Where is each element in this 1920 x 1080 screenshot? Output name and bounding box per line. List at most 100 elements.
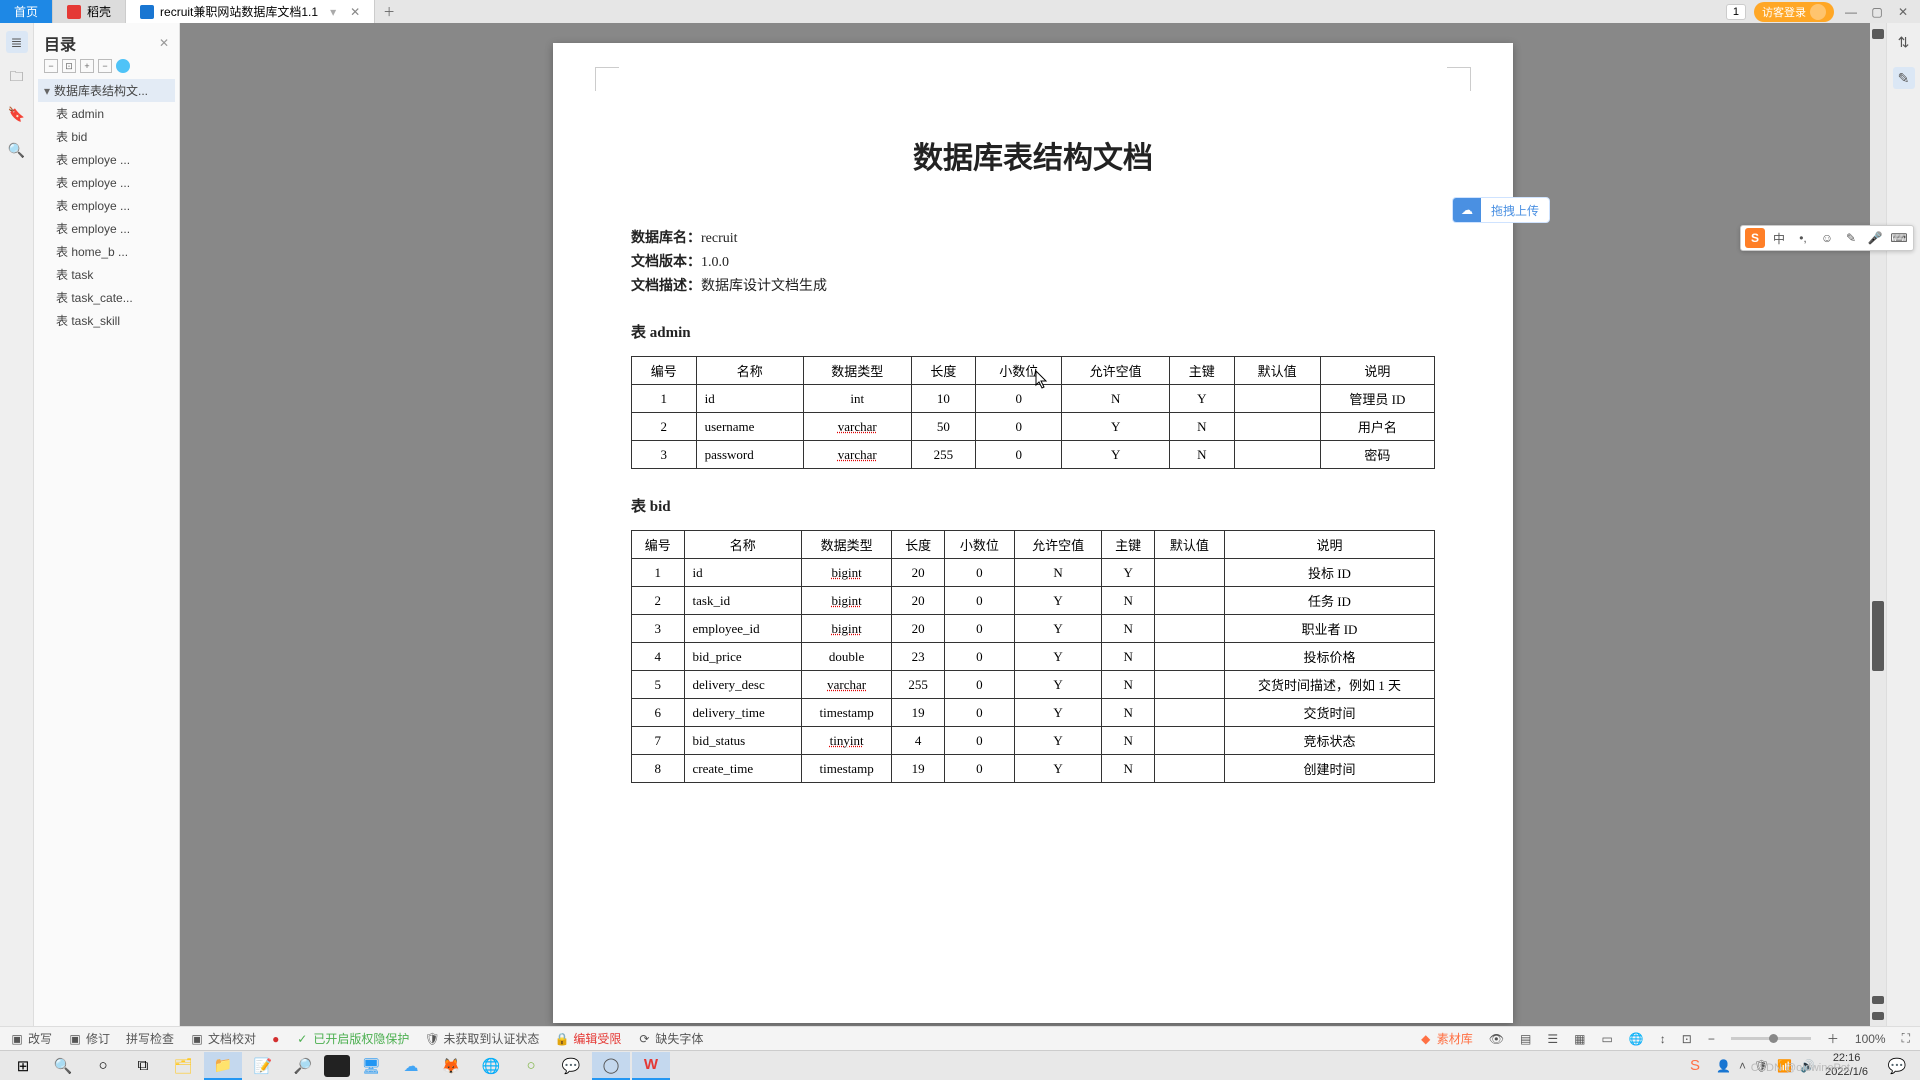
pen-icon[interactable]: ✎: [1893, 67, 1915, 89]
page-indicator[interactable]: 1: [1726, 4, 1746, 20]
ime-brush-icon[interactable]: ✎: [1841, 228, 1861, 248]
zoom-pct[interactable]: 100%: [1855, 1032, 1886, 1046]
notification-icon[interactable]: 💬: [1878, 1052, 1916, 1080]
ime-punct-icon[interactable]: •,: [1793, 228, 1813, 248]
sb-eye-icon[interactable]: 👁: [1489, 1032, 1504, 1046]
sb-sort-icon[interactable]: ↕: [1660, 1032, 1666, 1046]
system-tray[interactable]: 👤 ˄ 🛡 📶 🔊: [1716, 1059, 1815, 1073]
scroll-marker[interactable]: [1872, 1012, 1884, 1020]
upload-badge[interactable]: ☁ 拖拽上传: [1452, 197, 1550, 223]
obs-icon[interactable]: ◯: [592, 1052, 630, 1080]
toc-item[interactable]: 表 task: [38, 263, 175, 286]
tab-close-icon[interactable]: ✕: [350, 5, 360, 19]
explorer-icon[interactable]: 🗂: [164, 1052, 202, 1080]
sb-restrict[interactable]: 🔒编辑受限: [555, 1030, 621, 1047]
notepad-icon[interactable]: 📝: [244, 1052, 282, 1080]
zoom-knob[interactable]: [1769, 1034, 1778, 1043]
folder-icon[interactable]: 🗀: [6, 67, 28, 89]
cortana-icon[interactable]: ○: [84, 1052, 122, 1080]
toc-item[interactable]: 表 admin: [38, 102, 175, 125]
zoom-in-icon[interactable]: ＋: [1827, 1030, 1839, 1047]
wechat-icon[interactable]: 💬: [552, 1052, 590, 1080]
todesk-icon[interactable]: 🖥: [352, 1052, 390, 1080]
toc-item[interactable]: 表 employe ...: [38, 148, 175, 171]
filemanager-icon[interactable]: 📁: [204, 1052, 242, 1080]
taskview-icon[interactable]: ⧉: [124, 1052, 162, 1080]
sb-copyright[interactable]: ✓已开启版权隐保护: [295, 1030, 409, 1047]
tab-home[interactable]: 首页: [0, 0, 53, 23]
tray-defender-icon[interactable]: 🛡: [1754, 1059, 1769, 1073]
sb-layout2-icon[interactable]: ▦: [1574, 1032, 1585, 1046]
app-black-icon[interactable]: [324, 1055, 350, 1077]
sb-overwrite[interactable]: ▣改写: [10, 1030, 52, 1047]
scroll-thumb[interactable]: [1872, 601, 1884, 671]
sogou-icon[interactable]: S: [1745, 228, 1765, 248]
sb-proofread[interactable]: ▣文档校对: [190, 1030, 256, 1047]
sb-fit-icon[interactable]: ⊡: [1682, 1032, 1692, 1046]
tray-up-icon[interactable]: ˄: [1739, 1059, 1746, 1073]
search-icon[interactable]: 🔍: [6, 139, 28, 161]
tray-people-icon[interactable]: 👤: [1716, 1059, 1731, 1073]
scroll-marker[interactable]: [1872, 996, 1884, 1004]
sb-view-icon[interactable]: ▤: [1520, 1032, 1531, 1046]
minimize-icon[interactable]: —: [1842, 3, 1860, 21]
sb-unauth[interactable]: 🛡未获取到认证状态: [425, 1030, 539, 1047]
start-icon[interactable]: ⊞: [4, 1052, 42, 1080]
toc-item[interactable]: 表 employe ...: [38, 194, 175, 217]
zoom-out-icon[interactable]: −: [1708, 1032, 1715, 1046]
toc-tool-expand[interactable]: ⊡: [62, 59, 76, 73]
toc-root[interactable]: ▾数据库表结构文...: [38, 79, 175, 102]
tb-search-icon[interactable]: 🔍: [44, 1052, 82, 1080]
ime-lang[interactable]: 中: [1769, 228, 1789, 248]
scroll-arrow-up[interactable]: [1872, 29, 1884, 39]
login-badge[interactable]: 访客登录: [1754, 2, 1834, 22]
sb-revise[interactable]: ▣修订: [68, 1030, 110, 1047]
chrome-icon[interactable]: 🌐: [472, 1052, 510, 1080]
col-header: 数据类型: [801, 531, 891, 559]
sb-spellcheck[interactable]: 拼写检查: [126, 1030, 174, 1047]
tray-wifi-icon[interactable]: 📶: [1777, 1059, 1792, 1073]
outline-icon[interactable]: ≣: [6, 31, 28, 53]
maximize-icon[interactable]: ▢: [1868, 3, 1886, 21]
taskbar-clock[interactable]: 22:16 2022/1/6: [1817, 1052, 1876, 1078]
sb-layout3-icon[interactable]: ▭: [1602, 1032, 1613, 1046]
tab-daoke[interactable]: 稻壳: [53, 0, 126, 23]
sb-layout1-icon[interactable]: ☰: [1547, 1032, 1558, 1046]
close-icon[interactable]: ✕: [1894, 3, 1912, 21]
tray-volume-icon[interactable]: 🔊: [1800, 1059, 1815, 1073]
toc-item[interactable]: 表 home_b ...: [38, 240, 175, 263]
tray-sogou-icon[interactable]: S: [1676, 1052, 1714, 1080]
tab-document[interactable]: recruit兼职网站数据库文档1.1▾✕: [126, 0, 375, 23]
scrollbar[interactable]: [1870, 23, 1886, 1050]
toc-item[interactable]: 表 bid: [38, 125, 175, 148]
toc-item[interactable]: 表 task_skill: [38, 309, 175, 332]
ime-emoji-icon[interactable]: ☺: [1817, 228, 1837, 248]
document-canvas[interactable]: 数据库表结构文档 数据库名：recruit 文档版本：1.0.0 文档描述：数据…: [180, 23, 1886, 1050]
green-browser-icon[interactable]: ○: [512, 1052, 550, 1080]
ime-toolbar[interactable]: S 中 •, ☺ ✎ 🎤 ⌨: [1740, 225, 1914, 251]
new-tab-button[interactable]: ＋: [375, 0, 403, 23]
sb-missing-font[interactable]: ⟳缺失字体: [637, 1030, 703, 1047]
tab-dropdown-icon[interactable]: ▾: [330, 5, 336, 19]
ime-keyboard-icon[interactable]: ⌨: [1889, 228, 1909, 248]
handle-icon[interactable]: ⇅: [1893, 31, 1915, 53]
bookmark-icon[interactable]: 🔖: [6, 103, 28, 125]
firefox-icon[interactable]: 🦊: [432, 1052, 470, 1080]
baidu-icon[interactable]: ☁: [392, 1052, 430, 1080]
zoom-slider[interactable]: [1731, 1037, 1811, 1040]
ime-mic-icon[interactable]: 🎤: [1865, 228, 1885, 248]
toc-tool-collapse[interactable]: −: [44, 59, 58, 73]
toc-tool-sub[interactable]: −: [98, 59, 112, 73]
wps-icon[interactable]: W: [632, 1052, 670, 1080]
sb-assets[interactable]: ◆素材库: [1419, 1030, 1473, 1047]
toc-item[interactable]: 表 employe ...: [38, 217, 175, 240]
toc-item[interactable]: 表 employe ...: [38, 171, 175, 194]
fullscreen-icon[interactable]: ⛶: [1902, 1031, 1910, 1046]
everything-icon[interactable]: 🔎: [284, 1052, 322, 1080]
toc-tool-add[interactable]: +: [80, 59, 94, 73]
toc-tool-refresh[interactable]: [116, 59, 130, 73]
sb-record-dot[interactable]: ●: [272, 1032, 279, 1046]
toc-item[interactable]: 表 task_cate...: [38, 286, 175, 309]
sb-web-icon[interactable]: 🌐: [1629, 1032, 1644, 1046]
toc-close-icon[interactable]: ✕: [159, 36, 169, 50]
